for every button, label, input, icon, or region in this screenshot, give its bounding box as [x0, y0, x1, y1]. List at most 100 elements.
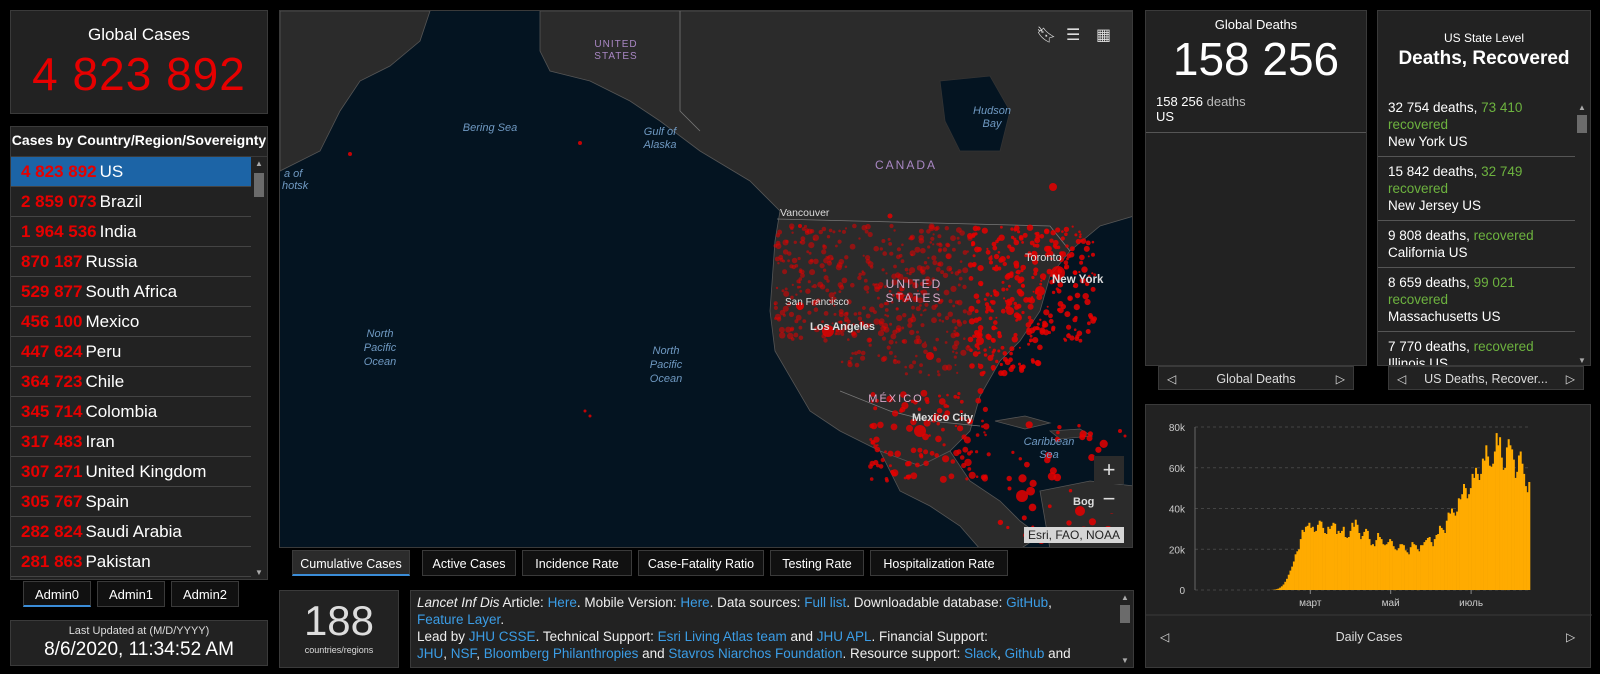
chevron-left-icon[interactable]: ◁ [1397, 367, 1406, 391]
country-row[interactable]: 870 187 Russia [11, 247, 251, 277]
state-row[interactable]: 15 842 deaths, 32 749 recovered New Jerse… [1378, 157, 1576, 221]
scroll-up-icon[interactable]: ▲ [1575, 103, 1589, 112]
scroll-up-icon[interactable]: ▲ [1118, 593, 1132, 602]
case-dot [1072, 317, 1078, 323]
scroll-down-icon[interactable]: ▼ [252, 568, 266, 577]
tab-active-cases[interactable]: Active Cases [422, 550, 516, 576]
case-dot [1040, 279, 1043, 282]
state-row[interactable]: 32 754 deaths, 73 410 recovered New York … [1378, 93, 1576, 157]
case-dot [873, 245, 879, 252]
chevron-left-icon[interactable]: ◁ [1167, 367, 1176, 391]
case-dot [992, 266, 996, 271]
tab-testing-rate[interactable]: Testing Rate [770, 550, 864, 576]
slack-link[interactable]: Slack [964, 646, 997, 661]
country-row[interactable]: 456 100 Mexico [11, 307, 251, 337]
country-row[interactable]: 281 863 Pakistan [11, 547, 251, 577]
state-row[interactable]: 8 659 deaths, 99 021 recovered Massachuse… [1378, 268, 1576, 332]
case-dot [923, 261, 928, 265]
case-dot [1000, 345, 1005, 350]
case-dot [1048, 318, 1054, 324]
zoom-in-button[interactable]: + [1094, 456, 1124, 484]
case-dot [892, 359, 898, 365]
zoom-out-button[interactable]: − [1094, 485, 1124, 513]
case-dot [858, 272, 862, 277]
map-canvas[interactable]: UNITED STATES Bering Sea Gulf of Alaska … [280, 11, 1133, 548]
case-dot [775, 243, 782, 250]
case-dot [952, 304, 956, 308]
tab-incidence-rate[interactable]: Incidence Rate [522, 550, 632, 576]
country-row[interactable]: 1 964 536 India [11, 217, 251, 247]
country-row[interactable]: 282 824 Saudi Arabia [11, 517, 251, 547]
state-row[interactable]: 9 808 deaths, recovered California US [1378, 221, 1576, 268]
country-row[interactable]: 317 483 Iran [11, 427, 251, 457]
scroll-up-icon[interactable]: ▲ [252, 159, 266, 168]
scroll-thumb[interactable] [254, 173, 264, 197]
bookmark-icon[interactable]: 🔖︎ [1036, 25, 1056, 45]
mobile-version-link[interactable]: Here [680, 595, 709, 610]
case-dot [998, 335, 1001, 339]
info-scrollbar[interactable]: ▲ ▼ [1118, 593, 1132, 665]
global-cases-value: 4 823 892 [32, 48, 246, 100]
case-dot [1055, 227, 1061, 233]
feature-layer-link[interactable]: Feature Layer [417, 612, 500, 627]
case-dot [956, 371, 959, 374]
case-dot [951, 318, 957, 324]
state-row[interactable]: 7 770 deaths, recovered Illinois US [1378, 332, 1576, 365]
global-deaths-detail[interactable]: 158 256 deaths US [1146, 86, 1366, 133]
country-row[interactable]: 305 767 Spain [11, 487, 251, 517]
scroll-thumb[interactable] [1577, 115, 1587, 133]
case-dot [929, 450, 935, 456]
legend-list-icon[interactable]: ☰ [1066, 25, 1080, 45]
scroll-thumb[interactable] [1120, 605, 1130, 623]
case-dot [986, 247, 989, 250]
country-row[interactable]: 529 877 South Africa [11, 277, 251, 307]
jhu-apl-link[interactable]: JHU APL [817, 629, 872, 644]
full-list-link[interactable]: Full list [804, 595, 846, 610]
case-dot [778, 326, 785, 333]
us-state-panel: US State Level Deaths, Recovered 32 754 … [1377, 10, 1591, 366]
country-row[interactable]: 447 624 Peru [11, 337, 251, 367]
us-state-scrollbar[interactable]: ▲ ▼ [1575, 103, 1589, 365]
case-dot [891, 410, 899, 417]
article-link[interactable]: Here [548, 595, 577, 610]
tab-hospitalization-rate[interactable]: Hospitalization Rate [870, 550, 1008, 576]
case-dot [1029, 340, 1032, 343]
state-name: Massachusetts US [1388, 309, 1501, 324]
chevron-right-icon[interactable]: ▷ [1566, 367, 1575, 391]
tab-admin0[interactable]: Admin0 [23, 581, 91, 607]
country-row[interactable]: 364 723 Chile [11, 367, 251, 397]
jhu-csse-link[interactable]: JHU CSSE [469, 629, 536, 644]
case-dot [1001, 287, 1006, 292]
bloomberg-link[interactable]: Bloomberg Philanthropies [484, 646, 639, 661]
case-dot [1067, 333, 1070, 336]
esri-living-atlas-link[interactable]: Esri Living Atlas team [658, 629, 787, 644]
country-list-scrollbar[interactable]: ▲ ▼ [252, 157, 266, 579]
jhu-link[interactable]: JHU [417, 646, 443, 661]
bar [1512, 459, 1515, 590]
case-dot [1091, 252, 1095, 257]
basemap-gallery-icon[interactable]: ▦ [1096, 25, 1111, 45]
bar [1461, 494, 1464, 590]
tab-admin2[interactable]: Admin2 [171, 581, 239, 607]
chevron-right-icon[interactable]: ▷ [1336, 367, 1345, 391]
nsf-link[interactable]: NSF [451, 646, 477, 661]
case-dot [1069, 335, 1075, 341]
bar [1411, 542, 1414, 590]
tab-cumulative-cases[interactable]: Cumulative Cases [292, 550, 410, 576]
country-row[interactable]: 307 271 United Kingdom [11, 457, 251, 487]
stavros-niarchos-link[interactable]: Stavros Niarchos Foundation [668, 646, 842, 661]
country-row[interactable]: 4 823 892 US [11, 157, 251, 187]
github-support-link[interactable]: Github [1005, 646, 1045, 661]
case-dot [862, 254, 865, 257]
country-row[interactable]: 2 859 073 Brazil [11, 187, 251, 217]
scroll-down-icon[interactable]: ▼ [1118, 656, 1132, 665]
case-dot [958, 271, 961, 274]
case-dot [785, 326, 792, 333]
tab-admin1[interactable]: Admin1 [97, 581, 165, 607]
country-row[interactable]: 345 714 Colombia [11, 397, 251, 427]
tab-case-fatality-ratio[interactable]: Case-Fatality Ratio [638, 550, 764, 576]
map-view[interactable]: UNITED STATES Bering Sea Gulf of Alaska … [279, 10, 1133, 548]
case-dot [1074, 233, 1078, 237]
scroll-down-icon[interactable]: ▼ [1575, 356, 1589, 365]
github-link[interactable]: GitHub [1006, 595, 1048, 610]
